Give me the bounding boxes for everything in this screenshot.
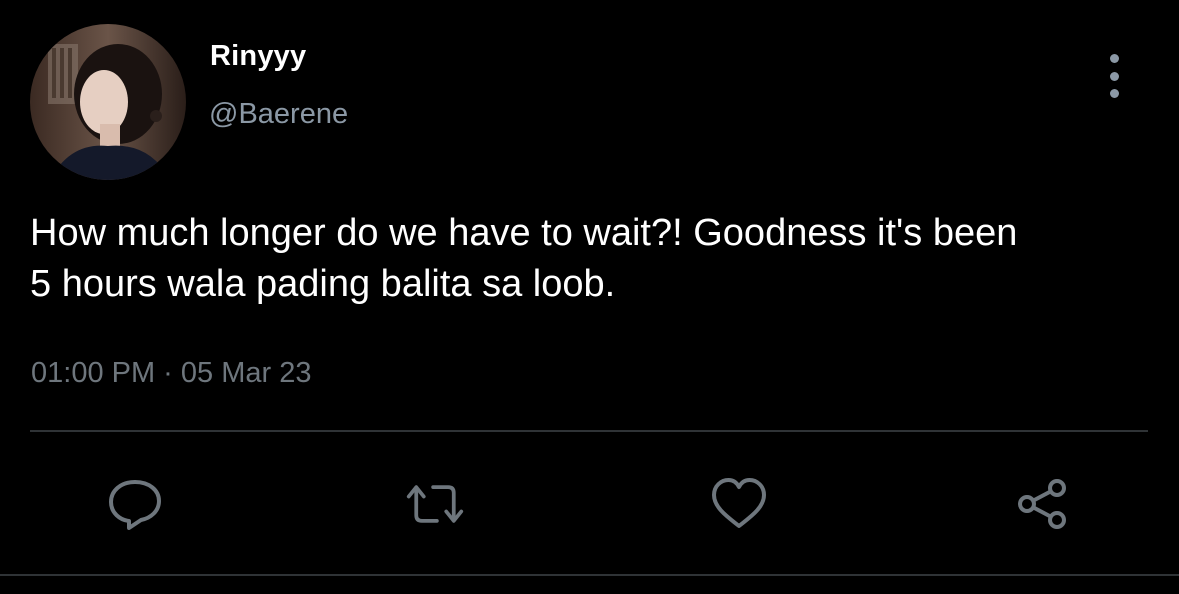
tweet-text-line: How much longer do we have to wait?! Goo… <box>30 212 1018 254</box>
tweet-detail: Rinyyy @Baerene How much longer do we ha… <box>0 0 1179 594</box>
share-button[interactable] <box>1013 474 1073 534</box>
tweet-text: How much longer do we have to wait?! Goo… <box>30 208 1160 310</box>
avatar[interactable] <box>30 24 186 180</box>
more-options-icon-dot <box>1109 89 1119 98</box>
reply-button[interactable] <box>105 474 165 534</box>
divider <box>0 574 1179 576</box>
reply-icon <box>109 480 161 530</box>
retweet-icon <box>406 485 464 523</box>
like-icon <box>712 478 766 528</box>
user-handle[interactable]: @Baerene <box>209 98 348 131</box>
retweet-button[interactable] <box>405 474 465 534</box>
tweet-timestamp[interactable]: 01:00 PM · 05 Mar 23 <box>31 357 311 390</box>
more-options-button[interactable] <box>1098 54 1130 98</box>
avatar-image <box>30 24 186 180</box>
tweet-text-line: 5 hours wala pading balita sa loob. <box>30 263 616 305</box>
display-name[interactable]: Rinyyy <box>210 40 306 73</box>
more-options-icon <box>1109 54 1119 63</box>
like-button[interactable] <box>709 474 769 534</box>
share-icon <box>1018 479 1066 529</box>
more-options-icon-dot <box>1109 71 1119 81</box>
divider <box>30 430 1148 432</box>
